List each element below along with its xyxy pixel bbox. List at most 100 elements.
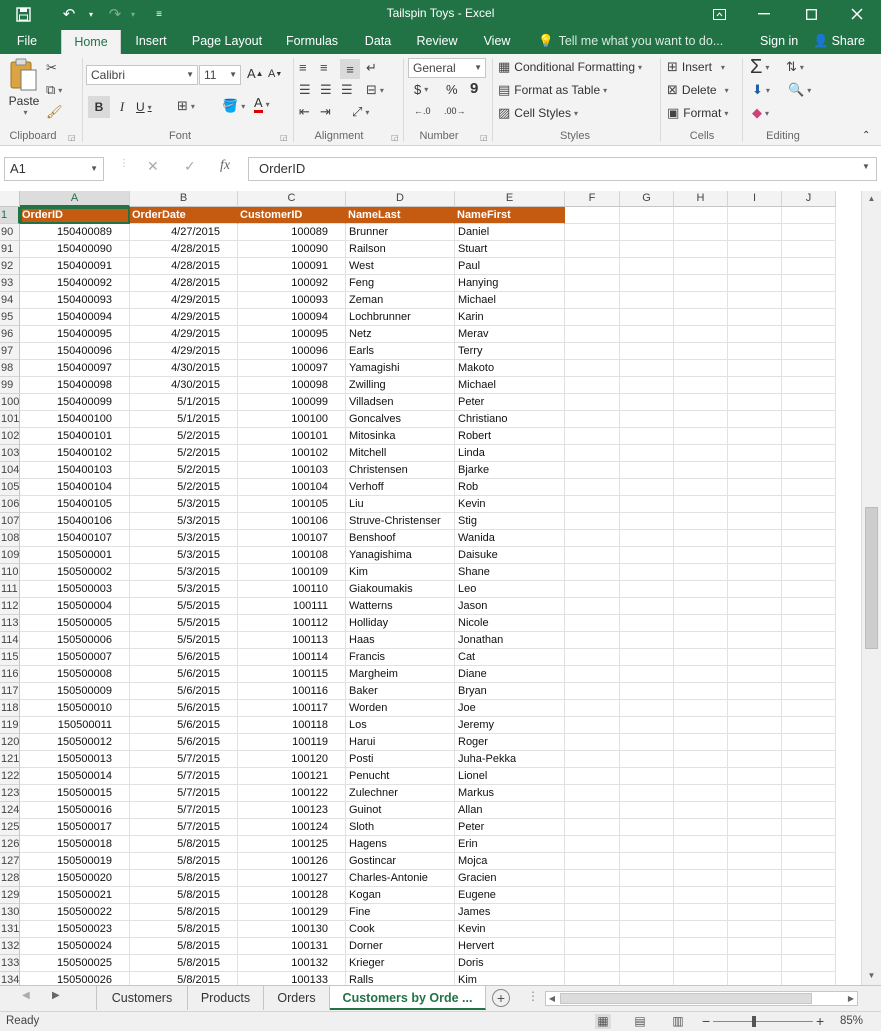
cell[interactable] bbox=[782, 819, 836, 836]
cell[interactable] bbox=[674, 615, 728, 632]
cell[interactable] bbox=[674, 462, 728, 479]
cell[interactable] bbox=[674, 836, 728, 853]
clipboard-launcher-icon[interactable]: ◲ bbox=[68, 133, 76, 142]
cell[interactable] bbox=[782, 972, 836, 985]
maximize-icon[interactable] bbox=[792, 0, 830, 28]
cell[interactable] bbox=[565, 632, 620, 649]
cell[interactable]: 150500015 bbox=[20, 785, 130, 802]
cell[interactable] bbox=[565, 921, 620, 938]
cell[interactable] bbox=[728, 683, 782, 700]
cell[interactable] bbox=[620, 853, 674, 870]
cell[interactable] bbox=[674, 496, 728, 513]
format-painter-icon[interactable]: 🖌 bbox=[46, 104, 63, 120]
cell[interactable]: 4/30/2015 bbox=[130, 360, 238, 377]
cell[interactable]: 150500007 bbox=[20, 649, 130, 666]
cell[interactable]: Wanida bbox=[455, 530, 565, 547]
cell[interactable] bbox=[674, 207, 728, 224]
cell[interactable]: 100101 bbox=[238, 428, 346, 445]
cell[interactable]: 5/6/2015 bbox=[130, 683, 238, 700]
cell[interactable]: 100089 bbox=[238, 224, 346, 241]
cell[interactable]: Leo bbox=[455, 581, 565, 598]
cell[interactable] bbox=[674, 598, 728, 615]
share-button[interactable]: 👤 Share bbox=[813, 28, 865, 54]
cell[interactable]: 4/29/2015 bbox=[130, 292, 238, 309]
row-header[interactable]: 118 bbox=[0, 700, 20, 717]
cell[interactable]: 150500009 bbox=[20, 683, 130, 700]
cell[interactable] bbox=[565, 938, 620, 955]
cell[interactable]: 100112 bbox=[238, 615, 346, 632]
cell[interactable]: 100100 bbox=[238, 411, 346, 428]
cell[interactable] bbox=[620, 836, 674, 853]
row-header[interactable]: 117 bbox=[0, 683, 20, 700]
cell[interactable]: 150500019 bbox=[20, 853, 130, 870]
cell[interactable] bbox=[565, 275, 620, 292]
cell[interactable]: Yanagishima bbox=[346, 547, 455, 564]
cell[interactable] bbox=[674, 241, 728, 258]
cell[interactable]: 150400104 bbox=[20, 479, 130, 496]
cell[interactable] bbox=[674, 428, 728, 445]
row-header[interactable]: 111 bbox=[0, 581, 20, 598]
row-header[interactable]: 134 bbox=[0, 972, 20, 985]
cell[interactable]: 150400102 bbox=[20, 445, 130, 462]
cell[interactable]: Guinot bbox=[346, 802, 455, 819]
cell[interactable] bbox=[620, 547, 674, 564]
cell[interactable] bbox=[674, 258, 728, 275]
row-header[interactable]: 106 bbox=[0, 496, 20, 513]
column-header-b[interactable]: B bbox=[130, 191, 238, 207]
cell[interactable] bbox=[620, 343, 674, 360]
cell[interactable] bbox=[565, 751, 620, 768]
cell[interactable] bbox=[728, 802, 782, 819]
underline-button[interactable]: U ▾ bbox=[136, 96, 152, 118]
cell[interactable] bbox=[728, 241, 782, 258]
cell[interactable]: 5/3/2015 bbox=[130, 496, 238, 513]
cell[interactable]: 5/1/2015 bbox=[130, 394, 238, 411]
cell[interactable]: 100119 bbox=[238, 734, 346, 751]
cell[interactable]: Hanying bbox=[455, 275, 565, 292]
row-header[interactable]: 116 bbox=[0, 666, 20, 683]
customize-toolbar-icon[interactable]: ≡ bbox=[146, 0, 172, 28]
cell[interactable] bbox=[782, 445, 836, 462]
tab-splitter-icon[interactable]: ⋮ bbox=[527, 989, 539, 1003]
cell[interactable]: Francis bbox=[346, 649, 455, 666]
row-header[interactable]: 110 bbox=[0, 564, 20, 581]
zoom-in-icon[interactable]: + bbox=[816, 1013, 824, 1029]
format-cells-button[interactable]: ▣ Format ▾ bbox=[667, 105, 728, 121]
number-launcher-icon[interactable]: ◲ bbox=[480, 133, 488, 142]
cell[interactable] bbox=[674, 649, 728, 666]
cell[interactable]: James bbox=[455, 904, 565, 921]
tab-home[interactable]: Home bbox=[61, 30, 121, 54]
cell[interactable]: Gostincar bbox=[346, 853, 455, 870]
cell[interactable]: 150500011 bbox=[20, 717, 130, 734]
cell[interactable] bbox=[620, 768, 674, 785]
cell[interactable]: Bjarke bbox=[455, 462, 565, 479]
cell[interactable]: 100102 bbox=[238, 445, 346, 462]
cell[interactable] bbox=[674, 938, 728, 955]
tab-formulas[interactable]: Formulas bbox=[280, 28, 344, 54]
cell[interactable] bbox=[782, 377, 836, 394]
cell[interactable]: Peter bbox=[455, 819, 565, 836]
cell[interactable] bbox=[620, 887, 674, 904]
cell[interactable]: Penucht bbox=[346, 768, 455, 785]
cell[interactable]: 150500025 bbox=[20, 955, 130, 972]
collapse-ribbon-icon[interactable]: ⌃ bbox=[862, 130, 870, 141]
cell[interactable]: Margheim bbox=[346, 666, 455, 683]
cell[interactable] bbox=[674, 564, 728, 581]
cell[interactable] bbox=[728, 326, 782, 343]
cell[interactable] bbox=[620, 292, 674, 309]
cell[interactable] bbox=[782, 479, 836, 496]
cell[interactable]: 5/2/2015 bbox=[130, 428, 238, 445]
cell[interactable] bbox=[565, 717, 620, 734]
cell[interactable] bbox=[782, 411, 836, 428]
cell[interactable]: Stig bbox=[455, 513, 565, 530]
cell[interactable] bbox=[620, 700, 674, 717]
cell[interactable]: 5/6/2015 bbox=[130, 649, 238, 666]
cell[interactable]: Netz bbox=[346, 326, 455, 343]
cell[interactable]: 5/7/2015 bbox=[130, 751, 238, 768]
cell[interactable] bbox=[782, 428, 836, 445]
cell[interactable] bbox=[620, 955, 674, 972]
cell[interactable]: 4/29/2015 bbox=[130, 343, 238, 360]
decrease-indent-icon[interactable]: ⇤ bbox=[299, 104, 310, 120]
cell[interactable]: 5/5/2015 bbox=[130, 598, 238, 615]
cell[interactable] bbox=[728, 836, 782, 853]
cell[interactable]: 100106 bbox=[238, 513, 346, 530]
